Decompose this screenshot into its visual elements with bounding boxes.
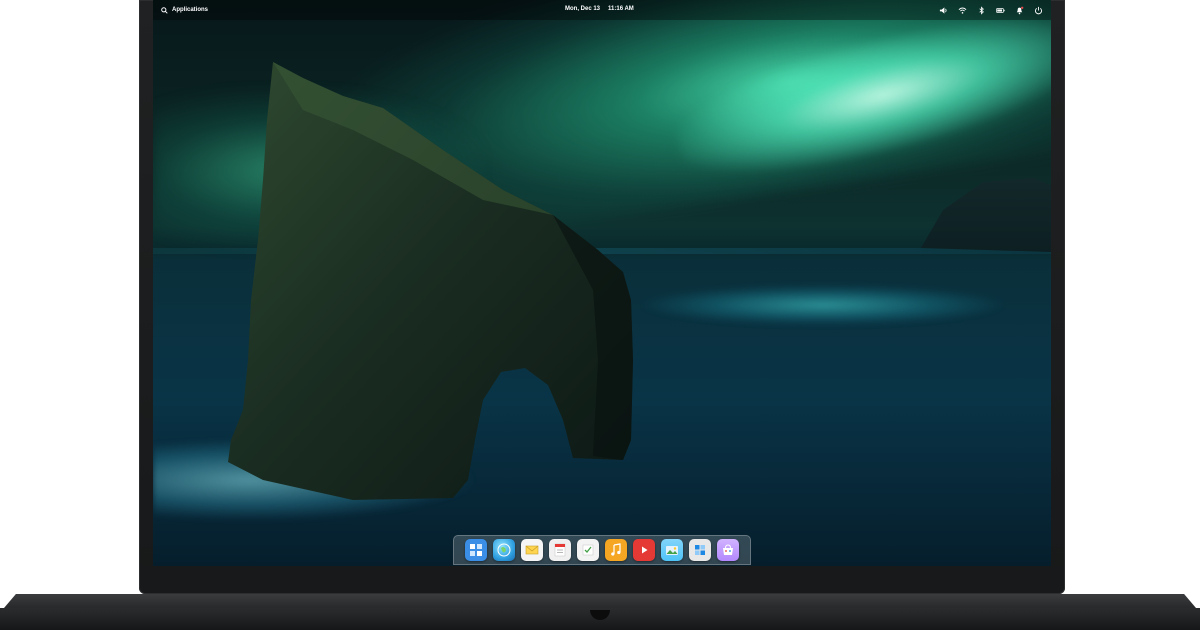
mail-icon[interactable] bbox=[521, 539, 543, 561]
system-settings-icon[interactable] bbox=[689, 539, 711, 561]
wallpaper-headland bbox=[921, 178, 1051, 252]
desktop-screen: Applications Mon, Dec 13 11:16 AM bbox=[153, 0, 1051, 566]
bluetooth-icon[interactable] bbox=[977, 5, 986, 15]
notifications-icon[interactable] bbox=[1015, 6, 1024, 15]
tasks-icon[interactable] bbox=[577, 539, 599, 561]
dock bbox=[453, 535, 751, 565]
volume-icon[interactable] bbox=[939, 6, 948, 15]
wifi-icon[interactable] bbox=[958, 6, 967, 15]
system-indicators bbox=[939, 5, 1043, 15]
date-label: Mon, Dec 13 bbox=[565, 6, 601, 12]
laptop-hinge bbox=[4, 594, 1196, 608]
power-icon[interactable] bbox=[1034, 6, 1043, 15]
multitasking-view-icon[interactable] bbox=[465, 539, 487, 561]
laptop-base bbox=[0, 590, 1200, 630]
time-label: 11:16 AM bbox=[608, 6, 634, 12]
datetime-indicator[interactable]: Mon, Dec 13 11:16 AM bbox=[565, 6, 634, 12]
web-browser-icon[interactable] bbox=[493, 539, 515, 561]
music-icon[interactable] bbox=[605, 539, 627, 561]
photos-icon[interactable] bbox=[661, 539, 683, 561]
wallpaper-sea-arch-rock bbox=[228, 62, 1051, 500]
calendar-icon[interactable] bbox=[549, 539, 571, 561]
videos-icon[interactable] bbox=[633, 539, 655, 561]
appcenter-icon[interactable] bbox=[717, 539, 739, 561]
applications-menu[interactable]: Applications bbox=[161, 5, 208, 15]
applications-label: Applications bbox=[172, 7, 209, 13]
search-icon bbox=[161, 6, 168, 14]
top-panel: Applications Mon, Dec 13 11:16 AM bbox=[153, 0, 1051, 20]
battery-icon[interactable] bbox=[996, 6, 1005, 15]
